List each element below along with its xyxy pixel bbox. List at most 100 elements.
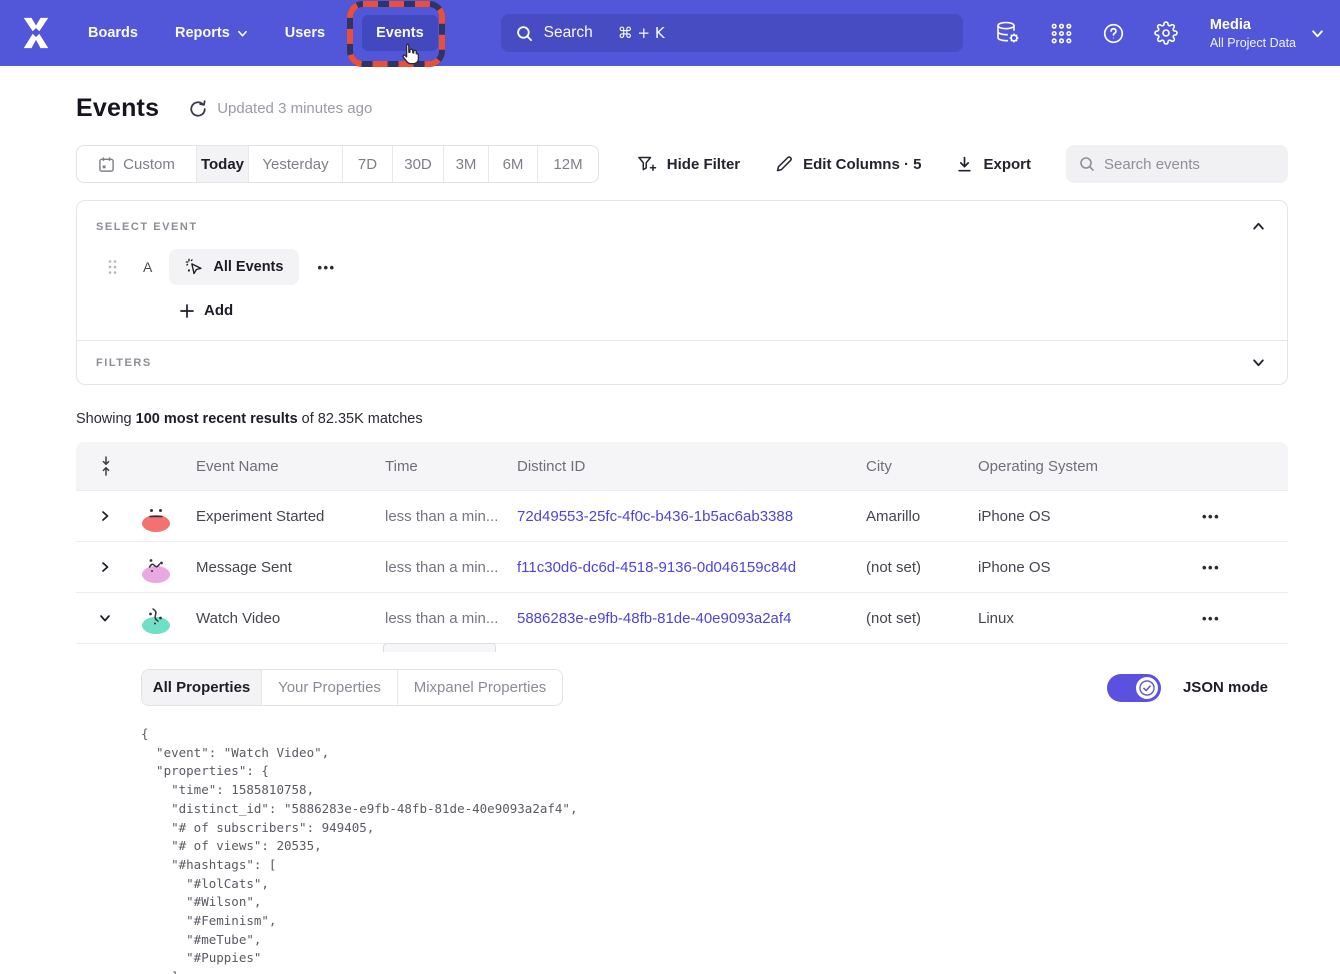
settings-gear-icon[interactable] — [1154, 21, 1178, 45]
search-shortcut: ⌘ + K — [618, 24, 665, 42]
mixpanel-logo-icon[interactable] — [20, 16, 52, 50]
tab-your-properties[interactable]: Your Properties — [262, 670, 398, 705]
add-event-button[interactable]: Add — [180, 302, 1267, 319]
distinct-id-cell: 5886283e-e9fb-48fb-81de-40e9093a2af4 — [517, 610, 866, 627]
header-os[interactable]: Operating System — [978, 458, 1148, 475]
date-option-12m-label: 12M — [553, 156, 582, 173]
table-row-expanded[interactable]: Watch Video less than a min... 5886283e-… — [76, 592, 1288, 643]
event-json-view: { "event": "Watch Video", "properties": … — [141, 725, 1268, 974]
collapse-row-button[interactable] — [76, 612, 124, 624]
city-cell: (not set) — [866, 610, 978, 627]
project-switcher-text: Media All Project Data — [1210, 16, 1296, 51]
date-option-today[interactable]: Today — [197, 146, 249, 182]
date-option-12m[interactable]: 12M — [538, 146, 598, 182]
date-option-yesterday[interactable]: Yesterday — [249, 146, 343, 182]
time-tooltip-fragment — [383, 643, 496, 652]
help-icon[interactable] — [1102, 22, 1125, 45]
select-event-section: SELECT EVENT A — [77, 201, 1287, 340]
header-city[interactable]: City — [866, 458, 978, 475]
filters-title: FILTERS — [96, 357, 152, 369]
json-mode-control: JSON mode — [1107, 674, 1268, 702]
header-time[interactable]: Time — [385, 458, 517, 475]
tab-all-properties[interactable]: All Properties — [142, 670, 262, 705]
event-avatar — [142, 515, 170, 532]
time-cell: less than a min... — [385, 610, 517, 627]
nav-item-events[interactable]: Events — [362, 15, 438, 51]
date-option-30d[interactable]: 30D — [393, 146, 444, 182]
nav-item-users[interactable]: Users — [285, 25, 325, 41]
nav-item-reports[interactable]: Reports — [175, 25, 248, 41]
hide-filter-button[interactable]: Hide Filter — [638, 156, 740, 173]
os-cell: Linux — [978, 610, 1148, 627]
table-tools: Hide Filter Edit Columns · 5 Export — [638, 145, 1288, 183]
event-detail-panel: All Properties Your Properties Mixpanel … — [76, 643, 1288, 974]
event-avatar — [142, 617, 170, 634]
results-count: 100 most recent results — [136, 411, 298, 427]
json-mode-label: JSON mode — [1183, 679, 1268, 696]
check-icon — [1138, 679, 1156, 697]
results-summary: Showing 100 most recent results of 82.35… — [76, 411, 1288, 427]
row-actions-button[interactable]: ••• — [1166, 560, 1288, 575]
row-actions-button[interactable]: ••• — [1166, 509, 1288, 524]
event-selector-button[interactable]: All Events — [169, 249, 299, 285]
table-row[interactable]: Experiment Started less than a min... 72… — [76, 490, 1288, 541]
distinct-id-link[interactable]: 5886283e-e9fb-48fb-81de-40e9093a2af4 — [517, 610, 791, 627]
page-header: Events Updated 3 minutes ago — [76, 94, 1288, 123]
results-prefix: Showing — [76, 411, 136, 427]
drag-handle[interactable] — [107, 259, 118, 275]
date-option-7d[interactable]: 7D — [343, 146, 393, 182]
date-option-custom[interactable]: Custom — [77, 146, 197, 182]
search-events-placeholder: Search events — [1104, 156, 1200, 173]
plus-icon — [180, 304, 194, 318]
top-navbar: Boards Reports Users Events Search ⌘ + K — [0, 0, 1340, 66]
edit-columns-button[interactable]: Edit Columns · 5 — [775, 155, 921, 173]
date-option-7d-label: 7D — [358, 156, 377, 173]
collapse-section-button[interactable] — [1250, 218, 1267, 235]
properties-tabs: All Properties Your Properties Mixpanel … — [141, 669, 563, 706]
data-management-icon[interactable] — [995, 20, 1021, 46]
chevron-down-icon — [99, 612, 111, 624]
edit-columns-label: Edit Columns · 5 — [803, 156, 921, 173]
add-event-label: Add — [204, 302, 233, 319]
row-actions-button[interactable]: ••• — [1166, 611, 1288, 626]
nav-item-users-label: Users — [285, 25, 325, 41]
event-name-cell: Experiment Started — [180, 508, 385, 525]
event-step-more-button[interactable]: ••• — [317, 260, 335, 275]
select-event-title: SELECT EVENT — [96, 221, 198, 233]
expand-row-button[interactable] — [76, 561, 124, 573]
json-mode-toggle[interactable] — [1107, 674, 1161, 702]
download-icon — [956, 156, 973, 173]
event-name-cell: Message Sent — [180, 559, 385, 576]
event-name-cell: Watch Video — [180, 610, 385, 627]
project-scope: All Project Data — [1210, 35, 1296, 51]
city-cell: (not set) — [866, 559, 978, 576]
distinct-id-link[interactable]: 72d49553-25fc-4f0c-b436-1b5ac6ab3388 — [517, 508, 793, 525]
sort-order-icon[interactable] — [76, 456, 124, 476]
nav-item-boards[interactable]: Boards — [88, 25, 138, 41]
expand-filters-button[interactable] — [1250, 354, 1267, 371]
navbar-right: Media All Project Data — [995, 16, 1324, 51]
project-switcher[interactable]: Media All Project Data — [1210, 16, 1324, 51]
date-option-today-label: Today — [201, 156, 244, 173]
filters-section[interactable]: FILTERS — [77, 340, 1287, 384]
header-distinct-id[interactable]: Distinct ID — [517, 458, 866, 475]
magic-cursor-icon — [185, 258, 204, 277]
header-event-name[interactable]: Event Name — [180, 458, 385, 475]
table-row[interactable]: Message Sent less than a min... f11c30d6… — [76, 541, 1288, 592]
export-button[interactable]: Export — [956, 156, 1031, 173]
search-events-input[interactable]: Search events — [1066, 145, 1288, 183]
distinct-id-link[interactable]: f11c30d6-dc6d-4518-9136-0d046159c84d — [517, 559, 796, 576]
date-option-6m[interactable]: 6M — [489, 146, 538, 182]
tab-mixpanel-properties[interactable]: Mixpanel Properties — [398, 670, 562, 705]
time-cell: less than a min... — [385, 559, 517, 576]
global-search-input[interactable]: Search ⌘ + K — [501, 14, 963, 52]
refresh-icon[interactable] — [189, 100, 207, 118]
date-option-3m[interactable]: 3M — [444, 146, 489, 182]
primary-nav: Boards Reports Users Events — [88, 15, 438, 51]
hand-cursor-icon — [398, 42, 422, 68]
apps-grid-icon[interactable] — [1050, 22, 1073, 45]
search-icon — [1079, 156, 1095, 172]
page-title: Events — [76, 94, 159, 123]
expand-row-button[interactable] — [76, 510, 124, 522]
date-option-30d-label: 30D — [404, 156, 432, 173]
